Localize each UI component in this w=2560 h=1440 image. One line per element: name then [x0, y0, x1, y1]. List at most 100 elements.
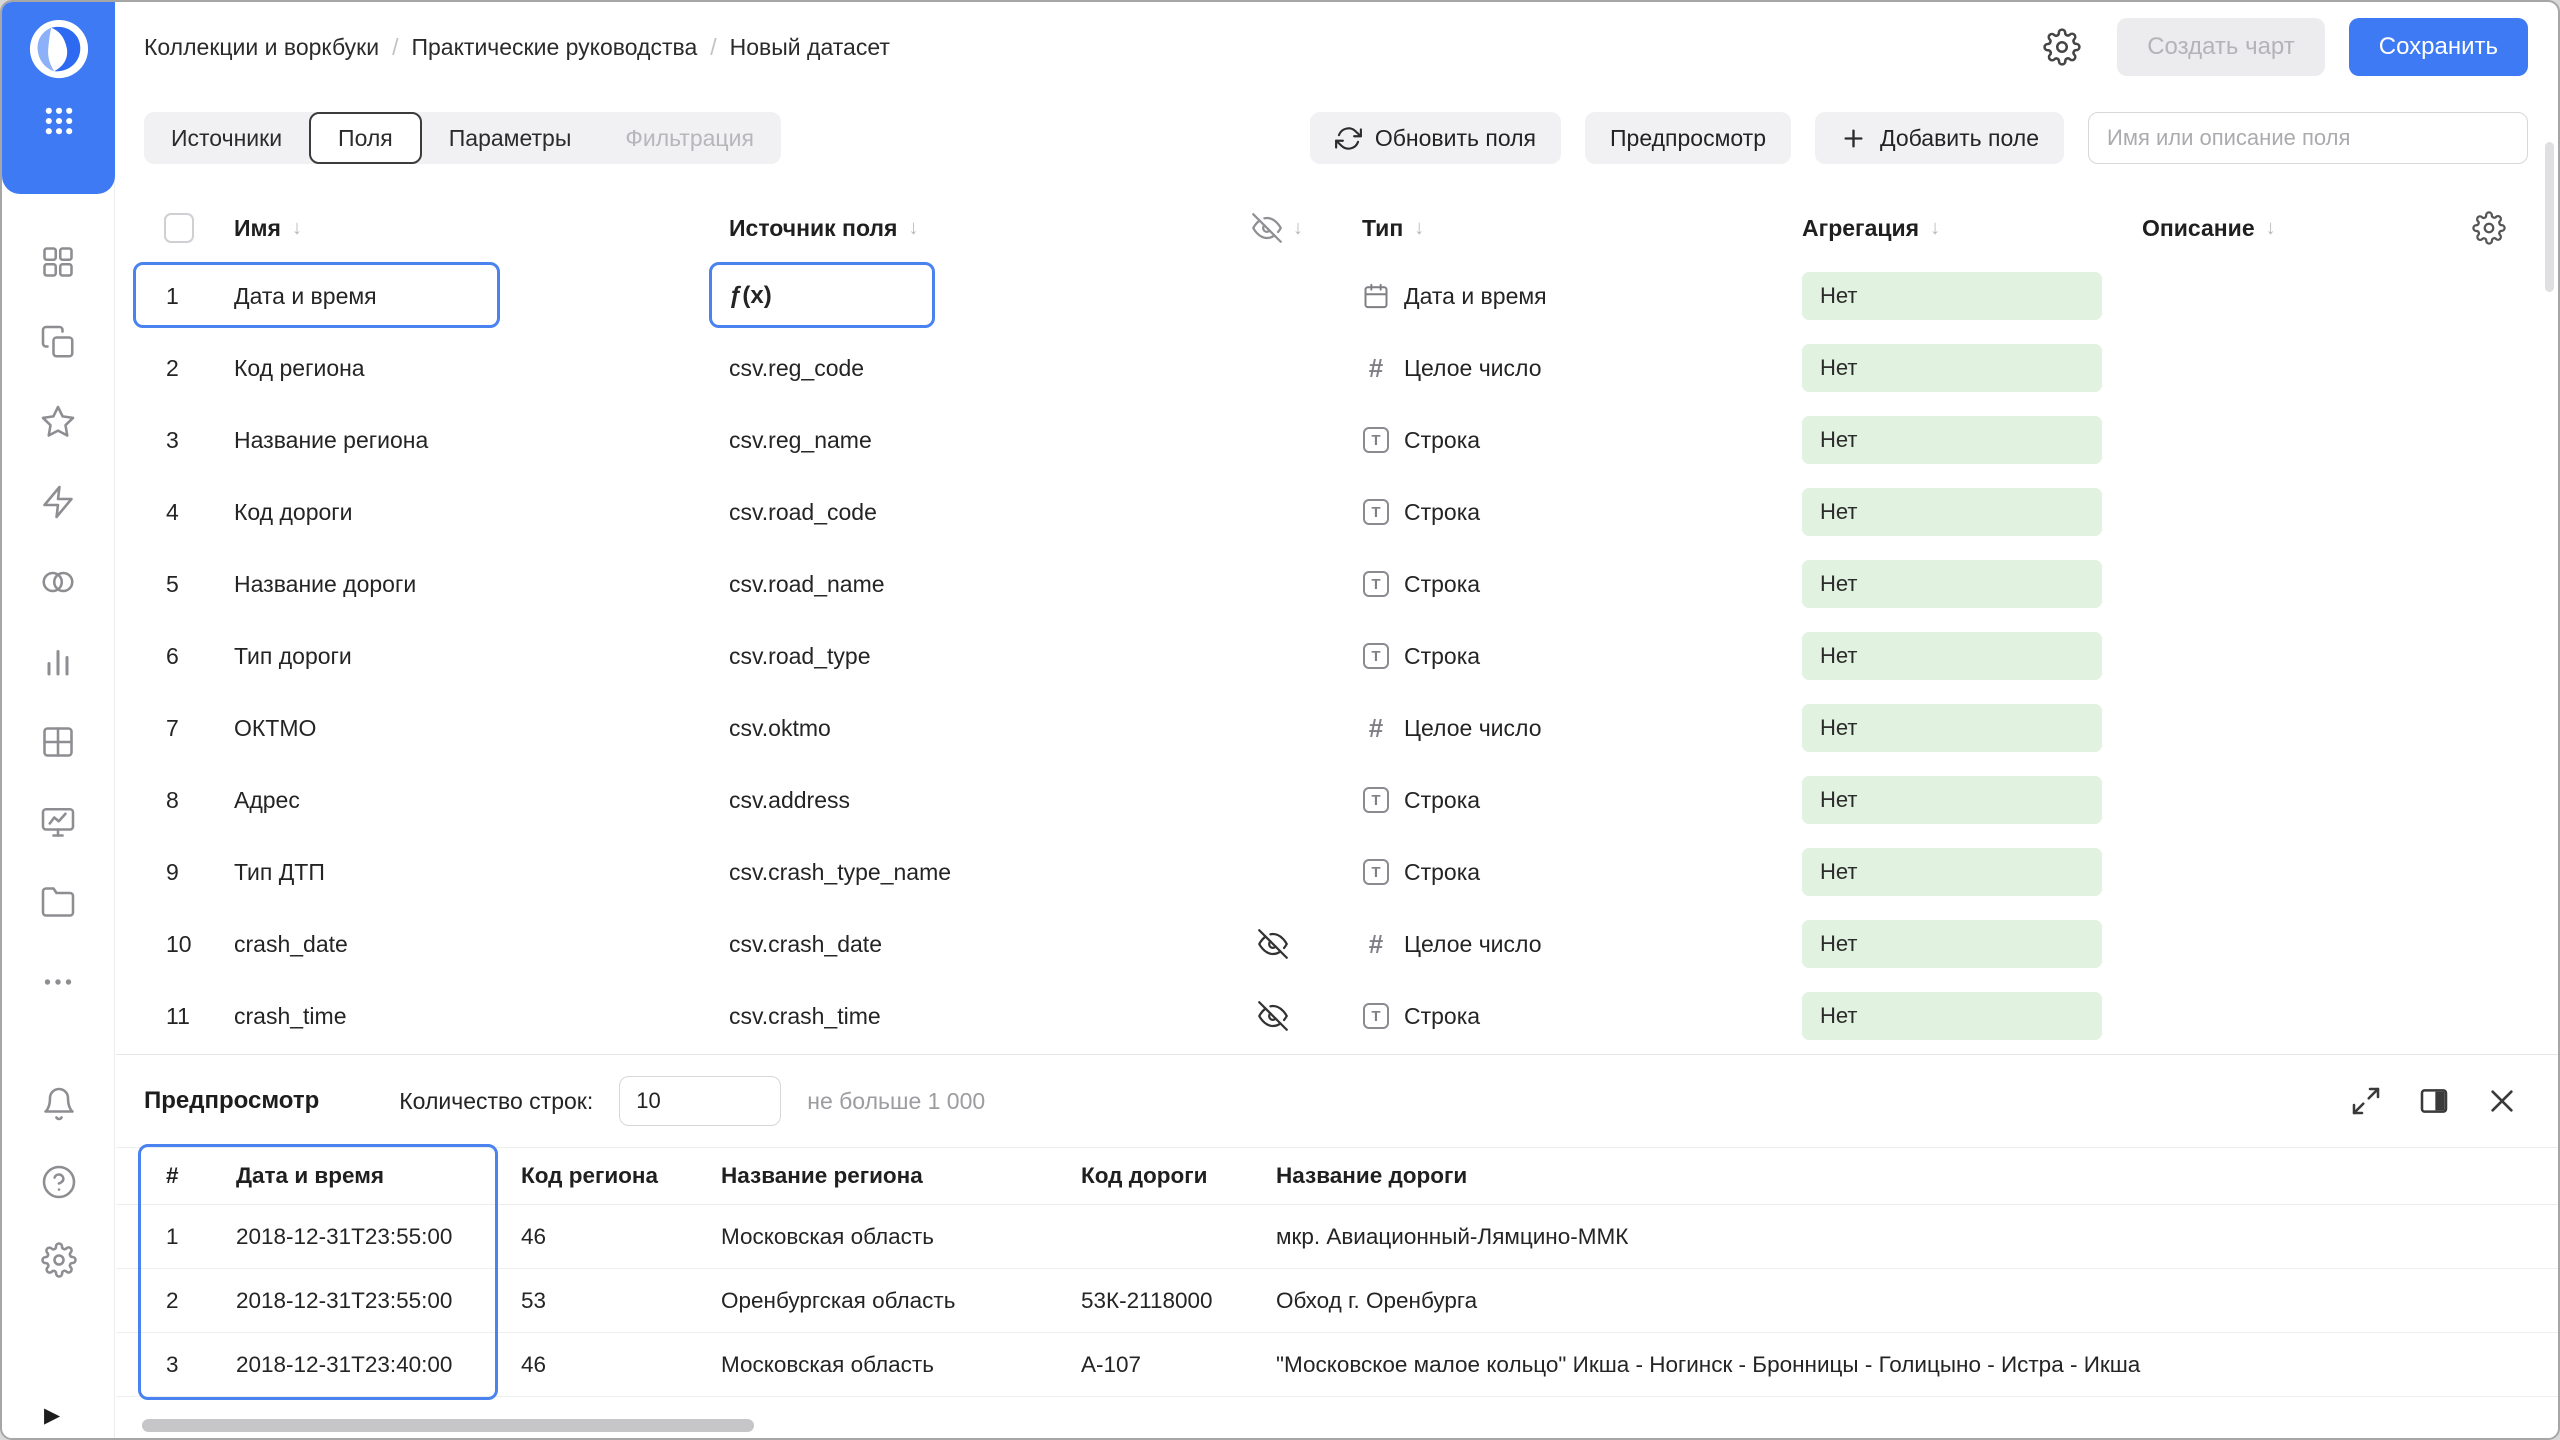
field-row[interactable]: 5Название дорогиcsv.road_nameTСтрокаНет	[116, 548, 2558, 620]
field-name[interactable]: Дата и время	[234, 283, 729, 310]
tab-fields[interactable]: Поля	[309, 112, 422, 164]
field-row[interactable]: 1Дата и времяƒ(x)Дата и времяНет	[116, 260, 2558, 332]
field-type-cell[interactable]: TСтрока	[1362, 858, 1802, 886]
folder-icon[interactable]	[40, 884, 76, 920]
preview-toggle-button[interactable]: Предпросмотр	[1585, 112, 1791, 164]
sort-descending-icon[interactable]: ↓	[2266, 217, 2276, 240]
expand-preview-icon[interactable]	[2350, 1085, 2382, 1117]
aggregation-select[interactable]: Нет	[1802, 560, 2102, 608]
monitor-chart-icon[interactable]	[40, 804, 76, 840]
aggregation-select[interactable]: Нет	[1802, 848, 2102, 896]
field-row[interactable]: 6Тип дорогиcsv.road_typeTСтрокаНет	[116, 620, 2558, 692]
column-header-source[interactable]: Источник поля	[729, 215, 897, 242]
column-header-visibility-eye-off-icon[interactable]	[1252, 213, 1282, 243]
bar-chart-icon[interactable]	[40, 644, 76, 680]
split-view-icon[interactable]	[2418, 1085, 2450, 1117]
field-name[interactable]: Код региона	[234, 355, 729, 382]
close-preview-icon[interactable]	[2486, 1085, 2518, 1117]
aggregation-select[interactable]: Нет	[1802, 704, 2102, 752]
field-type-cell[interactable]: TСтрока	[1362, 570, 1802, 598]
preview-column-header[interactable]: Дата и время	[214, 1163, 499, 1189]
field-type-cell[interactable]: #Целое число	[1362, 930, 1802, 958]
field-name[interactable]: ОКТМО	[234, 715, 729, 742]
field-type-cell[interactable]: TСтрока	[1362, 786, 1802, 814]
field-source[interactable]: csv.crash_time	[729, 1003, 1252, 1030]
aggregation-select[interactable]: Нет	[1802, 920, 2102, 968]
table-settings-gear-icon[interactable]	[2472, 211, 2506, 245]
table-grid-icon[interactable]	[40, 724, 76, 760]
vertical-scrollbar[interactable]	[2545, 142, 2554, 292]
update-fields-button[interactable]: Обновить поля	[1310, 112, 1561, 164]
field-name[interactable]: Название дороги	[234, 571, 729, 598]
field-row[interactable]: 2Код регионаcsv.reg_code#Целое числоНет	[116, 332, 2558, 404]
field-visibility-cell[interactable]	[1252, 1001, 1362, 1031]
help-icon[interactable]	[41, 1164, 77, 1200]
field-row[interactable]: 10crash_datecsv.crash_date#Целое числоНе…	[116, 908, 2558, 980]
tab-sources[interactable]: Источники	[144, 112, 309, 164]
field-source[interactable]: csv.reg_code	[729, 355, 1252, 382]
column-header-description[interactable]: Описание	[2142, 215, 2255, 242]
add-field-button[interactable]: Добавить поле	[1815, 112, 2064, 164]
gear-icon[interactable]	[41, 1242, 77, 1278]
aggregation-select[interactable]: Нет	[1802, 344, 2102, 392]
ellipsis-icon[interactable]	[40, 964, 76, 1000]
field-name[interactable]: crash_time	[234, 1003, 729, 1030]
field-row[interactable]: 4Код дорогиcsv.road_codeTСтрокаНет	[116, 476, 2558, 548]
preview-column-header[interactable]: Код региона	[499, 1163, 699, 1189]
apps-grid-icon[interactable]	[42, 104, 76, 143]
field-row[interactable]: 9Тип ДТПcsv.crash_type_nameTСтрокаНет	[116, 836, 2558, 908]
sort-descending-icon[interactable]: ↓	[1414, 217, 1424, 240]
aggregation-select[interactable]: Нет	[1802, 992, 2102, 1040]
breadcrumb-current-dataset[interactable]: Новый датасет	[730, 34, 890, 61]
field-row[interactable]: 7ОКТМОcsv.oktmo#Целое числоНет	[116, 692, 2558, 764]
breadcrumb-workbook[interactable]: Практические руководства	[411, 34, 697, 61]
field-name[interactable]: Тип ДТП	[234, 859, 729, 886]
field-name[interactable]: Адрес	[234, 787, 729, 814]
field-type-cell[interactable]: TСтрока	[1362, 1002, 1802, 1030]
lightning-icon[interactable]	[40, 484, 76, 520]
column-header-aggregation[interactable]: Агрегация	[1802, 215, 1919, 242]
column-header-type[interactable]: Тип	[1362, 215, 1403, 242]
field-search-input[interactable]	[2088, 112, 2528, 164]
field-source[interactable]: csv.address	[729, 787, 1252, 814]
select-all-checkbox[interactable]	[164, 213, 194, 243]
field-source[interactable]: csv.crash_type_name	[729, 859, 1252, 886]
field-formula-source[interactable]: ƒ(x)	[729, 282, 1252, 310]
preview-column-header[interactable]: #	[144, 1163, 214, 1189]
grid-squares-icon[interactable]	[40, 244, 76, 280]
field-source[interactable]: csv.crash_date	[729, 931, 1252, 958]
preview-column-header[interactable]: Название региона	[699, 1163, 1059, 1189]
aggregation-select[interactable]: Нет	[1802, 776, 2102, 824]
bell-icon[interactable]	[41, 1086, 77, 1122]
create-chart-button[interactable]: Создать чарт	[2117, 18, 2325, 76]
field-source[interactable]: csv.road_type	[729, 643, 1252, 670]
field-type-cell[interactable]: TСтрока	[1362, 426, 1802, 454]
sort-descending-icon[interactable]: ↓	[292, 217, 302, 240]
field-type-cell[interactable]: #Целое число	[1362, 354, 1802, 382]
aggregation-select[interactable]: Нет	[1802, 488, 2102, 536]
preview-column-header[interactable]: Код дороги	[1059, 1163, 1254, 1189]
preview-column-header[interactable]: Название дороги	[1254, 1163, 2528, 1189]
field-row[interactable]: 8Адресcsv.addressTСтрокаНет	[116, 764, 2558, 836]
field-type-cell[interactable]: TСтрока	[1362, 642, 1802, 670]
aggregation-select[interactable]: Нет	[1802, 632, 2102, 680]
circles-icon[interactable]	[40, 564, 76, 600]
horizontal-scrollbar[interactable]	[142, 1419, 754, 1432]
field-row[interactable]: 3Название регионаcsv.reg_nameTСтрокаНет	[116, 404, 2558, 476]
field-name[interactable]: Код дороги	[234, 499, 729, 526]
field-row[interactable]: 11crash_timecsv.crash_timeTСтрокаНет	[116, 980, 2558, 1052]
save-button[interactable]: Сохранить	[2349, 18, 2528, 76]
field-type-cell[interactable]: TСтрока	[1362, 498, 1802, 526]
field-visibility-cell[interactable]	[1252, 929, 1362, 959]
aggregation-select[interactable]: Нет	[1802, 416, 2102, 464]
sort-descending-icon[interactable]: ↓	[1930, 217, 1940, 240]
field-source[interactable]: csv.oktmo	[729, 715, 1252, 742]
field-source[interactable]: csv.reg_name	[729, 427, 1252, 454]
field-type-cell[interactable]: #Целое число	[1362, 714, 1802, 742]
dataset-settings-gear-icon[interactable]	[2043, 28, 2081, 66]
field-source[interactable]: csv.road_code	[729, 499, 1252, 526]
breadcrumb-collections[interactable]: Коллекции и воркбуки	[144, 34, 379, 61]
field-name[interactable]: Тип дороги	[234, 643, 729, 670]
tab-parameters[interactable]: Параметры	[422, 112, 599, 164]
datalens-logo-icon[interactable]	[28, 18, 90, 80]
